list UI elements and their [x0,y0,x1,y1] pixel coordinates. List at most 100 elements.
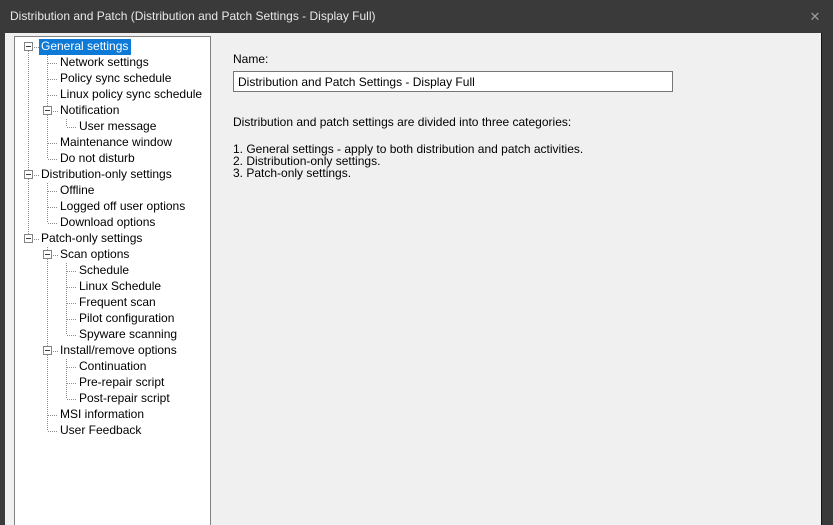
tree-connector [67,399,76,400]
tree-connector [47,375,48,391]
tree-connector [47,55,48,63]
tree-item-offline[interactable]: Offline [15,183,210,199]
tree-connector [48,191,57,192]
tree-connector [48,431,57,432]
tree-connector [67,127,76,128]
tree-item-scan-options[interactable]: Scan options [15,247,210,263]
tree-item-label: Network settings [60,55,149,69]
tree-item-label: Frequent scan [79,295,156,309]
tree-item-pre-repair-script[interactable]: Pre-repair script [15,375,210,391]
tree-connector [48,159,57,160]
tree-item-label: Download options [60,215,156,229]
tree-connector [48,415,57,416]
tree-item-label: Maintenance window [60,135,173,149]
tree-connector [47,391,48,407]
tree-item-logged-off-user-options[interactable]: Logged off user options [15,199,210,215]
tree-connector [28,55,29,71]
tree-item-schedule[interactable]: Schedule [15,263,210,279]
tree-item-user-feedback[interactable]: User Feedback [15,423,210,439]
tree-item-label: Post-repair script [79,391,170,405]
tree-connector [47,87,48,95]
tree-connector [47,359,48,375]
tree-item-install-remove-options[interactable]: Install/remove options [15,343,210,359]
tree-item-label: User Feedback [60,423,142,437]
tree-item-continuation[interactable]: Continuation [15,359,210,375]
tree-item-linux-schedule[interactable]: Linux Schedule [15,279,210,295]
tree-connector [66,311,67,319]
tree-item-frequent-scan[interactable]: Frequent scan [15,295,210,311]
tree-connector [28,87,29,103]
tree-item-user-message[interactable]: User message [15,119,210,135]
expander-icon[interactable] [24,42,33,51]
tree-item-label: Install/remove options [60,343,177,357]
tree-connector [67,367,76,368]
tree-item-label: General settings [39,39,132,55]
general-settings-page: Name: Distribution and patch settings ar… [212,33,821,525]
minus-glyph [45,350,50,351]
tree-connector [47,311,48,327]
settings-description: Distribution and patch settings are divi… [233,115,572,129]
dialog-content: General settings Network settings Policy s… [5,33,822,525]
tree-item-label: Patch-only settings [41,231,143,245]
tree-item-network-settings[interactable]: Network settings [15,55,210,71]
tree-item-patch-only-settings[interactable]: Patch-only settings [15,231,210,247]
expander-icon[interactable] [24,170,33,179]
tree-connector [47,199,48,207]
tree-connector [48,63,57,64]
category-item-patch: 3. Patch-only settings. [233,166,352,180]
tree-connector [47,423,48,431]
tree-item-general-settings[interactable]: General settings [15,39,210,55]
tree-connector [66,263,67,271]
tree-item-label: Linux Schedule [79,279,162,293]
expander-icon[interactable] [43,250,52,259]
tree-connector [28,151,29,167]
title-bar: Distribution and Patch (Distribution and… [0,0,833,33]
tree-item-notification[interactable]: Notification [15,103,210,119]
tree-connector [67,271,76,272]
tree-item-linux-policy-sync-schedule[interactable]: Linux policy sync schedule [15,87,210,103]
tree-connector [28,215,29,231]
tree-item-label: Distribution-only settings [41,167,172,181]
name-input[interactable] [233,71,673,92]
tree-item-distribution-only-settings[interactable]: Distribution-only settings [15,167,210,183]
expander-icon[interactable] [43,346,52,355]
tree-item-label: Pilot configuration [79,311,175,325]
tree-connector [47,295,48,311]
close-icon[interactable]: ✕ [806,0,824,33]
tree-item-label: Scan options [60,247,130,261]
tree-item-policy-sync-schedule[interactable]: Policy sync schedule [15,71,210,87]
tree-connector [47,263,48,279]
tree-item-do-not-disturb[interactable]: Do not disturb [15,151,210,167]
tree-connector [66,303,67,311]
tree-connector [48,143,57,144]
tree-item-label: Notification [60,103,120,117]
tree-connector [66,383,67,391]
tree-connector [47,415,48,423]
tree-connector [28,71,29,87]
tree-item-label: User message [79,119,157,133]
tree-connector [28,119,29,135]
tree-connector [47,143,48,151]
dialog-window: Distribution and Patch (Distribution and… [0,0,833,525]
window-title: Distribution and Patch (Distribution and… [10,9,376,23]
tree-connector [66,279,67,287]
tree-connector [48,79,57,80]
tree-item-msi-information[interactable]: MSI information [15,407,210,423]
minus-glyph [45,254,50,255]
tree-connector [66,367,67,375]
tree-item-post-repair-script[interactable]: Post-repair script [15,391,210,407]
minus-glyph [26,46,31,47]
tree-connector [66,271,67,279]
tree-item-spyware-scanning[interactable]: Spyware scanning [15,327,210,343]
expander-icon[interactable] [24,234,33,243]
tree-connector [67,287,76,288]
tree-connector [28,103,29,119]
tree-item-pilot-configuration[interactable]: Pilot configuration [15,311,210,327]
expander-icon[interactable] [43,106,52,115]
tree-item-maintenance-window[interactable]: Maintenance window [15,135,210,151]
tree-connector [66,327,67,335]
tree-item-label: Schedule [79,263,130,277]
tree-item-download-options[interactable]: Download options [15,215,210,231]
tree-connector [47,407,48,415]
tree-connector [28,199,29,215]
